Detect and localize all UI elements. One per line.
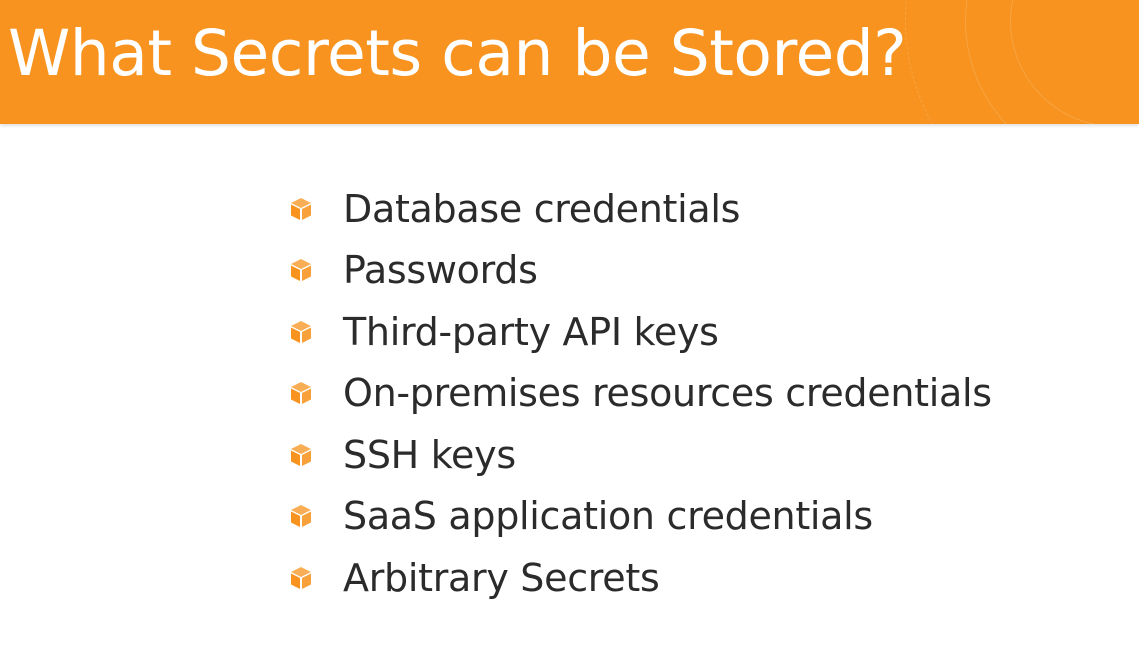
bullet-label: SaaS application credentials [343, 494, 873, 539]
list-item: Arbitrary Secrets [286, 547, 992, 609]
bullet-label: On-premises resources credentials [343, 371, 992, 416]
list-item: Third-party API keys [286, 301, 992, 363]
aws-cube-icon [286, 440, 316, 470]
list-item: Database credentials [286, 178, 992, 240]
list-item: On-premises resources credentials [286, 363, 992, 425]
bullet-label: Passwords [343, 248, 538, 293]
aws-cube-icon [286, 378, 316, 408]
aws-cube-icon [286, 317, 316, 347]
list-item: SSH keys [286, 424, 992, 486]
list-item: SaaS application credentials [286, 486, 992, 548]
title-banner: What Secrets can be Stored? [0, 0, 1139, 124]
slide: What Secrets can be Stored? Database cre… [0, 0, 1139, 670]
aws-cube-icon [286, 501, 316, 531]
list-item: Passwords [286, 240, 992, 302]
bullet-label: SSH keys [343, 432, 516, 477]
bullet-label: Arbitrary Secrets [343, 555, 660, 600]
aws-cube-icon [286, 255, 316, 285]
bullet-label: Third-party API keys [343, 309, 719, 354]
aws-cube-icon [286, 194, 316, 224]
aws-cube-icon [286, 563, 316, 593]
bullet-label: Database credentials [343, 186, 741, 231]
bullet-list: Database credentials Passwords Third-par… [286, 178, 992, 609]
slide-title: What Secrets can be Stored? [8, 17, 907, 90]
